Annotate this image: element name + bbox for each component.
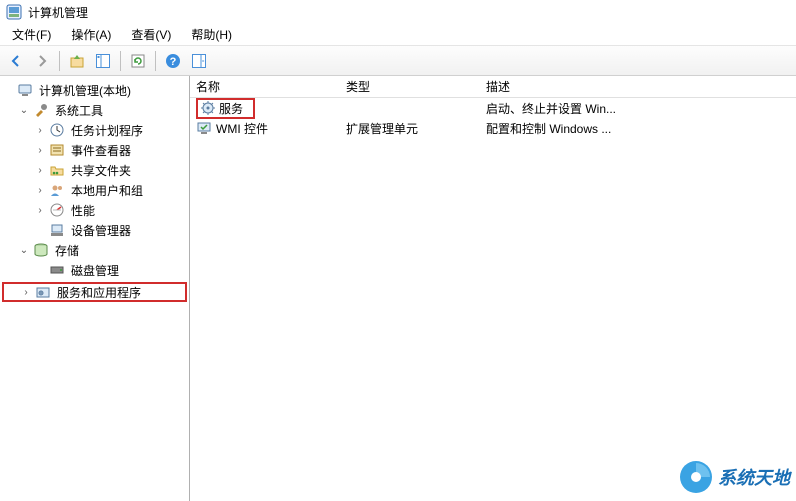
clock-icon: [49, 122, 65, 138]
tree-node-local-users[interactable]: › 本地用户和组: [2, 180, 187, 200]
help-button[interactable]: ?: [161, 49, 185, 73]
tree-node-shared-folders[interactable]: › 共享文件夹: [2, 160, 187, 180]
row-description: 配置和控制 Windows ...: [480, 120, 796, 137]
tree-label: 设备管理器: [68, 221, 134, 240]
collapse-icon[interactable]: ⌄: [18, 104, 30, 116]
back-button[interactable]: [4, 49, 28, 73]
tree-label: 计算机管理(本地): [36, 81, 134, 100]
expand-icon[interactable]: ›: [34, 204, 46, 216]
menu-bar: 文件(F) 操作(A) 查看(V) 帮助(H): [0, 24, 796, 46]
tree-label: 服务和应用程序: [54, 283, 144, 302]
tree-node-task-scheduler[interactable]: › 任务计划程序: [2, 120, 187, 140]
list-header: 名称 类型 描述: [190, 76, 796, 98]
computer-icon: [17, 82, 33, 98]
toolbar-separator: [59, 51, 60, 71]
menu-action[interactable]: 操作(A): [63, 24, 119, 45]
window-root: 计算机管理 文件(F) 操作(A) 查看(V) 帮助(H) ?: [0, 0, 796, 501]
wmi-icon: [196, 120, 212, 136]
tree-label: 磁盘管理: [68, 261, 122, 280]
row-description: 启动、终止并设置 Win...: [480, 100, 796, 117]
expand-icon[interactable]: ›: [34, 184, 46, 196]
menu-file[interactable]: 文件(F): [4, 24, 59, 45]
svg-text:?: ?: [170, 56, 177, 68]
expand-icon[interactable]: ›: [34, 164, 46, 176]
tree-label: 性能: [68, 201, 98, 220]
forward-button[interactable]: [30, 49, 54, 73]
expand-icon[interactable]: ›: [34, 124, 46, 136]
gear-icon: [200, 100, 216, 116]
app-icon: [6, 4, 22, 20]
tree-label: 本地用户和组: [68, 181, 146, 200]
row-type: 扩展管理单元: [340, 120, 480, 137]
refresh-button[interactable]: [126, 49, 150, 73]
tree-label: 共享文件夹: [68, 161, 134, 180]
storage-icon: [33, 242, 49, 258]
action-pane-button[interactable]: [187, 49, 211, 73]
menu-help[interactable]: 帮助(H): [183, 24, 240, 45]
tree-label: 存储: [52, 241, 82, 260]
body-area: ▾ 计算机管理(本地) ⌄: [0, 76, 796, 501]
users-icon: [49, 182, 65, 198]
collapse-icon[interactable]: ⌄: [18, 244, 30, 256]
tree-panel[interactable]: ▾ 计算机管理(本地) ⌄: [0, 76, 190, 501]
event-icon: [49, 142, 65, 158]
expand-icon[interactable]: ›: [34, 144, 46, 156]
tree-node-storage[interactable]: ⌄ 存储: [2, 240, 187, 260]
tree-label: 事件查看器: [68, 141, 134, 160]
list-item-services[interactable]: 服务 启动、终止并设置 Win...: [190, 98, 796, 118]
list-item-wmi[interactable]: WMI 控件 扩展管理单元 配置和控制 Windows ...: [190, 118, 796, 138]
list-panel: 名称 类型 描述 服务 启动、终止并设置 Win...: [190, 76, 796, 501]
tree-node-device-manager[interactable]: › 设备管理器: [2, 220, 187, 240]
tree-node-disk-management[interactable]: › 磁盘管理: [2, 260, 187, 280]
device-icon: [49, 222, 65, 238]
tree-node-performance[interactable]: › 性能: [2, 200, 187, 220]
up-button[interactable]: [65, 49, 89, 73]
toolbar-separator: [120, 51, 121, 71]
disk-icon: [49, 262, 65, 278]
performance-icon: [49, 202, 65, 218]
expand-icon[interactable]: ›: [20, 286, 32, 298]
tree-node-root[interactable]: ▾ 计算机管理(本地): [2, 80, 187, 100]
tree-node-services-apps[interactable]: › 服务和应用程序: [2, 282, 187, 302]
row-name: 服务: [219, 100, 243, 117]
column-description[interactable]: 描述: [480, 76, 796, 97]
show-hide-tree-button[interactable]: [91, 49, 115, 73]
menu-view[interactable]: 查看(V): [123, 24, 179, 45]
column-name[interactable]: 名称: [190, 76, 340, 97]
toolbar: ?: [0, 46, 796, 76]
row-name: WMI 控件: [216, 120, 268, 137]
title-bar: 计算机管理: [0, 0, 796, 24]
window-title: 计算机管理: [28, 4, 88, 21]
list-body[interactable]: 服务 启动、终止并设置 Win... WMI 控件 扩展管理单元 配置和控制 W…: [190, 98, 796, 501]
shared-folder-icon: [49, 162, 65, 178]
column-type[interactable]: 类型: [340, 76, 480, 97]
services-apps-icon: [35, 284, 51, 300]
toolbar-separator: [155, 51, 156, 71]
tree-label: 系统工具: [52, 101, 106, 120]
tree-node-event-viewer[interactable]: › 事件查看器: [2, 140, 187, 160]
tools-icon: [33, 102, 49, 118]
tree-label: 任务计划程序: [68, 121, 146, 140]
tree-node-system-tools[interactable]: ⌄ 系统工具: [2, 100, 187, 120]
